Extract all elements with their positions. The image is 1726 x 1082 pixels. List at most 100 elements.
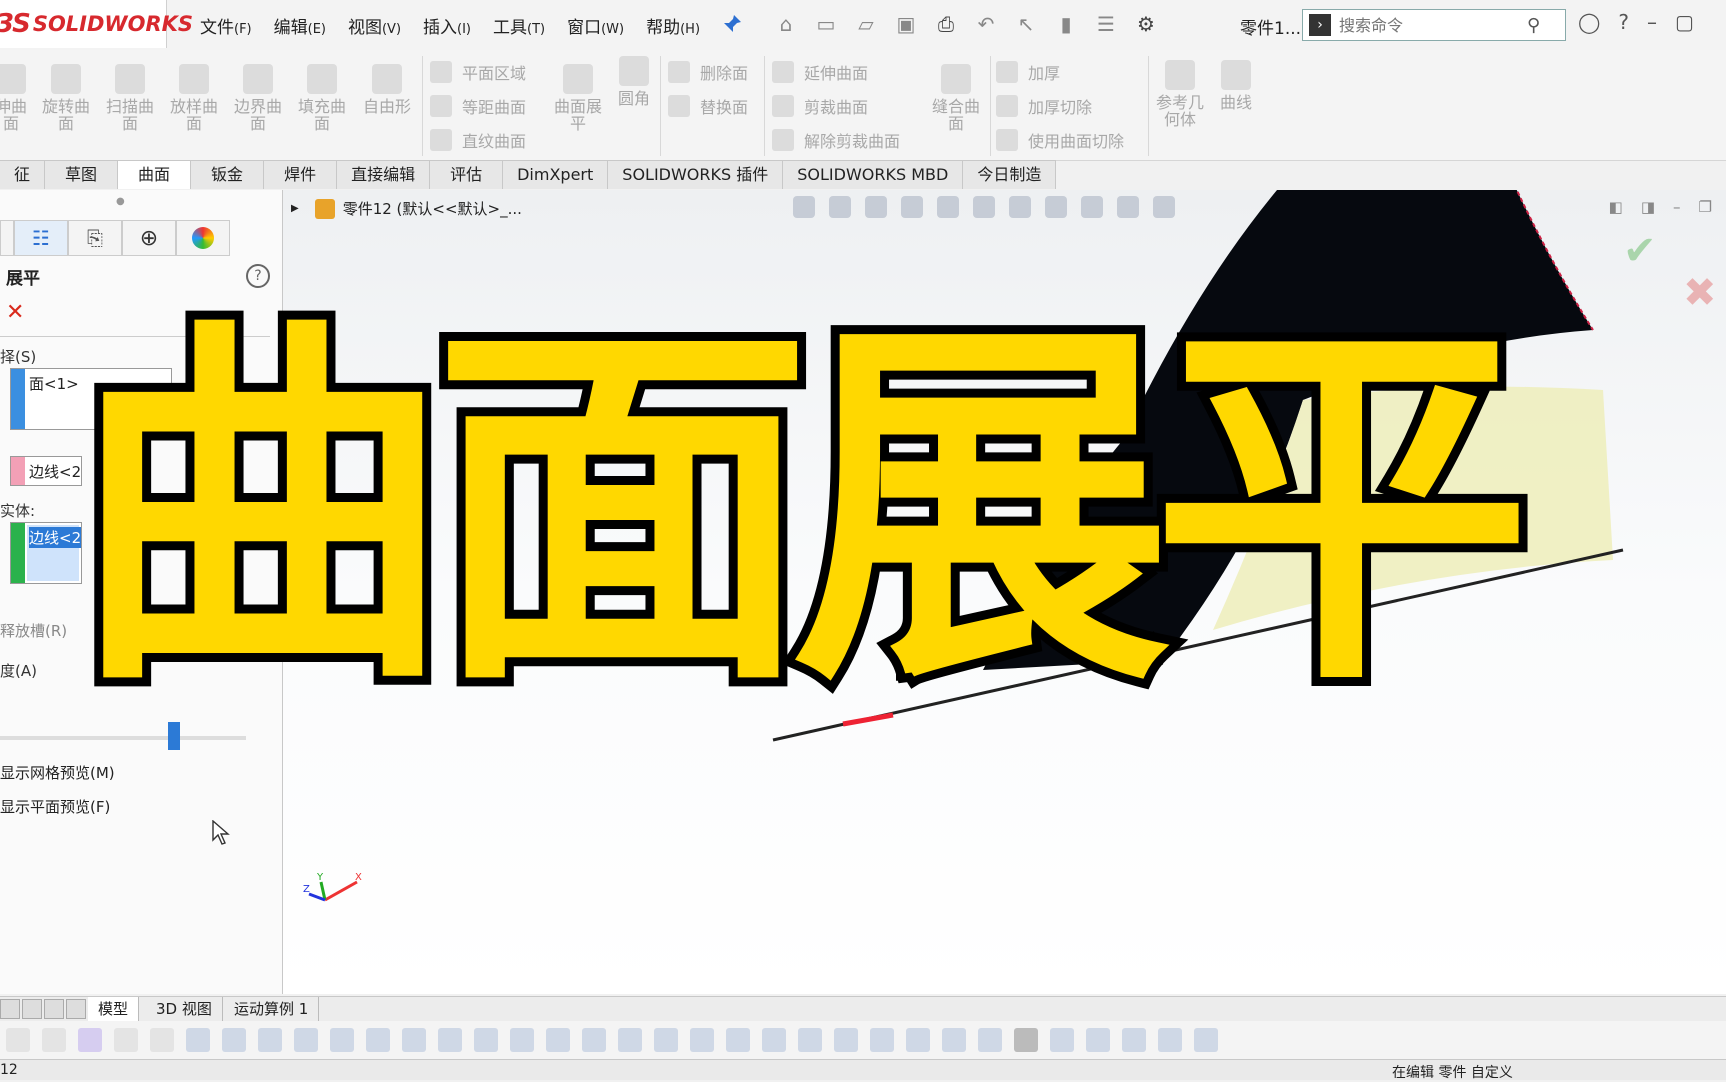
menu-file[interactable]: 文件(F) bbox=[200, 13, 252, 38]
tab-features[interactable]: 征 bbox=[0, 160, 46, 189]
rotate-icon[interactable] bbox=[906, 1028, 930, 1052]
align-center-icon[interactable] bbox=[1086, 1028, 1110, 1052]
relief-slot-label[interactable]: 释放槽(R) bbox=[0, 620, 67, 641]
spline-icon[interactable] bbox=[834, 1028, 858, 1052]
open-folder-icon[interactable]: ▱ bbox=[852, 10, 880, 38]
circle-icon[interactable] bbox=[582, 1028, 606, 1052]
prev-tab-arrow-icon[interactable] bbox=[22, 999, 42, 1019]
restore-right-icon[interactable]: ◨ bbox=[1641, 198, 1655, 216]
tab-evaluate[interactable]: 评估 bbox=[430, 160, 504, 189]
feature-manager-tab[interactable] bbox=[0, 220, 14, 256]
delete-face-button[interactable]: 删除面 bbox=[668, 60, 748, 84]
options-gear-icon[interactable]: ⚙ bbox=[1132, 10, 1160, 38]
solidworks-logo[interactable]: 3S SOLIDWORKS bbox=[0, 0, 193, 48]
sketch-point-icon[interactable] bbox=[438, 1028, 462, 1052]
centerline-icon[interactable] bbox=[546, 1028, 570, 1052]
line-icon[interactable] bbox=[222, 1028, 246, 1052]
shield-icon[interactable] bbox=[942, 1028, 966, 1052]
tab-today-manufacturing[interactable]: 今日制造 bbox=[963, 160, 1057, 189]
accuracy-slider-track[interactable] bbox=[0, 736, 246, 740]
selection-filter-icon[interactable] bbox=[78, 1028, 102, 1052]
tab-model[interactable]: 模型 bbox=[88, 997, 140, 1021]
panel-grip-icon[interactable]: ● bbox=[116, 196, 125, 207]
tab-3d-view[interactable]: 3D 视图 bbox=[146, 997, 223, 1021]
image-icon[interactable] bbox=[1122, 1028, 1146, 1052]
save-icon[interactable]: ▣ bbox=[892, 10, 920, 38]
tab-motion-study-1[interactable]: 运动算例 1 bbox=[224, 997, 320, 1021]
filter-icon[interactable] bbox=[6, 1028, 30, 1052]
print-icon[interactable]: ⎙ bbox=[932, 10, 960, 38]
cancel-icon[interactable]: ✕ bbox=[6, 300, 24, 325]
rectangle-icon[interactable] bbox=[258, 1028, 282, 1052]
reference-geometry-button[interactable]: 参考几何体 bbox=[1152, 60, 1208, 128]
search-input[interactable] bbox=[1337, 14, 1521, 36]
boundary-surface-button[interactable]: 边界曲面 bbox=[234, 64, 282, 132]
dimxpert-manager-tab[interactable]: ⊕ bbox=[122, 220, 176, 256]
pattern-icon[interactable] bbox=[1194, 1028, 1218, 1052]
select-cursor-icon[interactable]: ↖ bbox=[1012, 10, 1040, 38]
center-of-mass-icon[interactable] bbox=[1014, 1028, 1038, 1052]
configuration-manager-tab[interactable]: ⎘ bbox=[68, 220, 122, 256]
text-icon[interactable] bbox=[798, 1028, 822, 1052]
filter-faces-icon[interactable] bbox=[42, 1028, 66, 1052]
tile-icon[interactable]: ❐ bbox=[1699, 198, 1712, 216]
corner-rectangle-icon[interactable] bbox=[474, 1028, 498, 1052]
restore-left-icon[interactable]: ◧ bbox=[1609, 198, 1623, 216]
search-commands[interactable]: › ⚲ bbox=[1302, 9, 1566, 41]
ruled-surface-button[interactable]: 直纹曲面 bbox=[430, 128, 526, 152]
annotation-icon[interactable] bbox=[978, 1028, 1002, 1052]
help-icon[interactable]: ? bbox=[246, 264, 270, 288]
filled-surface-button[interactable]: 填充曲面 bbox=[298, 64, 346, 132]
next-tab-arrow-icon[interactable] bbox=[44, 999, 64, 1019]
loft-surface-button[interactable]: 放样曲面 bbox=[170, 64, 218, 132]
menu-insert[interactable]: 插入(I) bbox=[423, 13, 471, 38]
property-manager-tab[interactable]: ☷ bbox=[14, 220, 68, 256]
point-icon[interactable] bbox=[186, 1028, 210, 1052]
menu-view[interactable]: 视图(V) bbox=[348, 13, 401, 38]
construction-line-icon[interactable] bbox=[366, 1028, 390, 1052]
menu-window[interactable]: 窗口(W) bbox=[567, 13, 624, 38]
display-manager-tab[interactable] bbox=[176, 220, 230, 256]
check-sketch-icon[interactable] bbox=[690, 1028, 714, 1052]
file-properties-icon[interactable]: ☰ bbox=[1092, 10, 1120, 38]
revolve-surface-button[interactable]: 旋转曲面 bbox=[42, 64, 90, 132]
last-tab-arrow-icon[interactable] bbox=[66, 999, 86, 1019]
display-relations-icon[interactable] bbox=[726, 1028, 750, 1052]
tab-weldments[interactable]: 焊件 bbox=[264, 160, 338, 189]
mesh-preview-option[interactable]: 显示网格预览(M) bbox=[0, 762, 115, 783]
freeform-button[interactable]: 自由形 bbox=[360, 64, 414, 115]
tab-solidworks-mbd[interactable]: SOLIDWORKS MBD bbox=[783, 160, 964, 189]
cube-icon[interactable] bbox=[330, 1028, 354, 1052]
zoom-icon[interactable] bbox=[762, 1028, 786, 1052]
planar-surface-button[interactable]: 平面区域 bbox=[430, 60, 526, 84]
menu-help[interactable]: 帮助(H) bbox=[646, 13, 700, 38]
cancel-red-x-icon[interactable]: ✖ bbox=[1683, 270, 1717, 316]
thickened-cut-button[interactable]: 加厚切除 bbox=[996, 94, 1092, 118]
tab-direct-editing[interactable]: 直接编辑 bbox=[337, 160, 431, 189]
home-icon[interactable]: ⌂ bbox=[772, 10, 800, 38]
extrude-surface-button[interactable]: 伸曲面 bbox=[0, 64, 32, 132]
minimize-icon[interactable]: – bbox=[1673, 198, 1681, 216]
tab-surfaces[interactable]: 曲面 bbox=[118, 160, 192, 189]
replace-face-button[interactable]: 替换面 bbox=[668, 94, 748, 118]
mirror-icon[interactable] bbox=[1158, 1028, 1182, 1052]
select-icon[interactable] bbox=[114, 1028, 138, 1052]
ok-check-icon[interactable]: ✔ bbox=[1623, 228, 1657, 274]
sweep-surface-button[interactable]: 扫描曲面 bbox=[106, 64, 154, 132]
trim-surface-button[interactable]: 剪裁曲面 bbox=[772, 94, 868, 118]
smart-dimension-icon[interactable] bbox=[654, 1028, 678, 1052]
midpoint-line-icon[interactable] bbox=[402, 1028, 426, 1052]
menu-edit[interactable]: 编辑(E) bbox=[274, 13, 326, 38]
align-top-icon[interactable] bbox=[1050, 1028, 1074, 1052]
polygon-icon[interactable] bbox=[294, 1028, 318, 1052]
tab-dimxpert[interactable]: DimXpert bbox=[503, 160, 609, 189]
user-account-icon[interactable]: ◯ bbox=[1578, 10, 1600, 34]
grid-icon[interactable] bbox=[618, 1028, 642, 1052]
curves-button[interactable]: 曲线 bbox=[1212, 60, 1260, 111]
hatch-icon[interactable] bbox=[870, 1028, 894, 1052]
rebuild-icon[interactable]: ▮ bbox=[1052, 10, 1080, 38]
tab-solidworks-addins[interactable]: SOLIDWORKS 插件 bbox=[608, 160, 784, 189]
untrim-surface-button[interactable]: 解除剪裁曲面 bbox=[772, 128, 900, 152]
tab-sketch[interactable]: 草图 bbox=[45, 160, 119, 189]
extend-surface-button[interactable]: 延伸曲面 bbox=[772, 60, 868, 84]
